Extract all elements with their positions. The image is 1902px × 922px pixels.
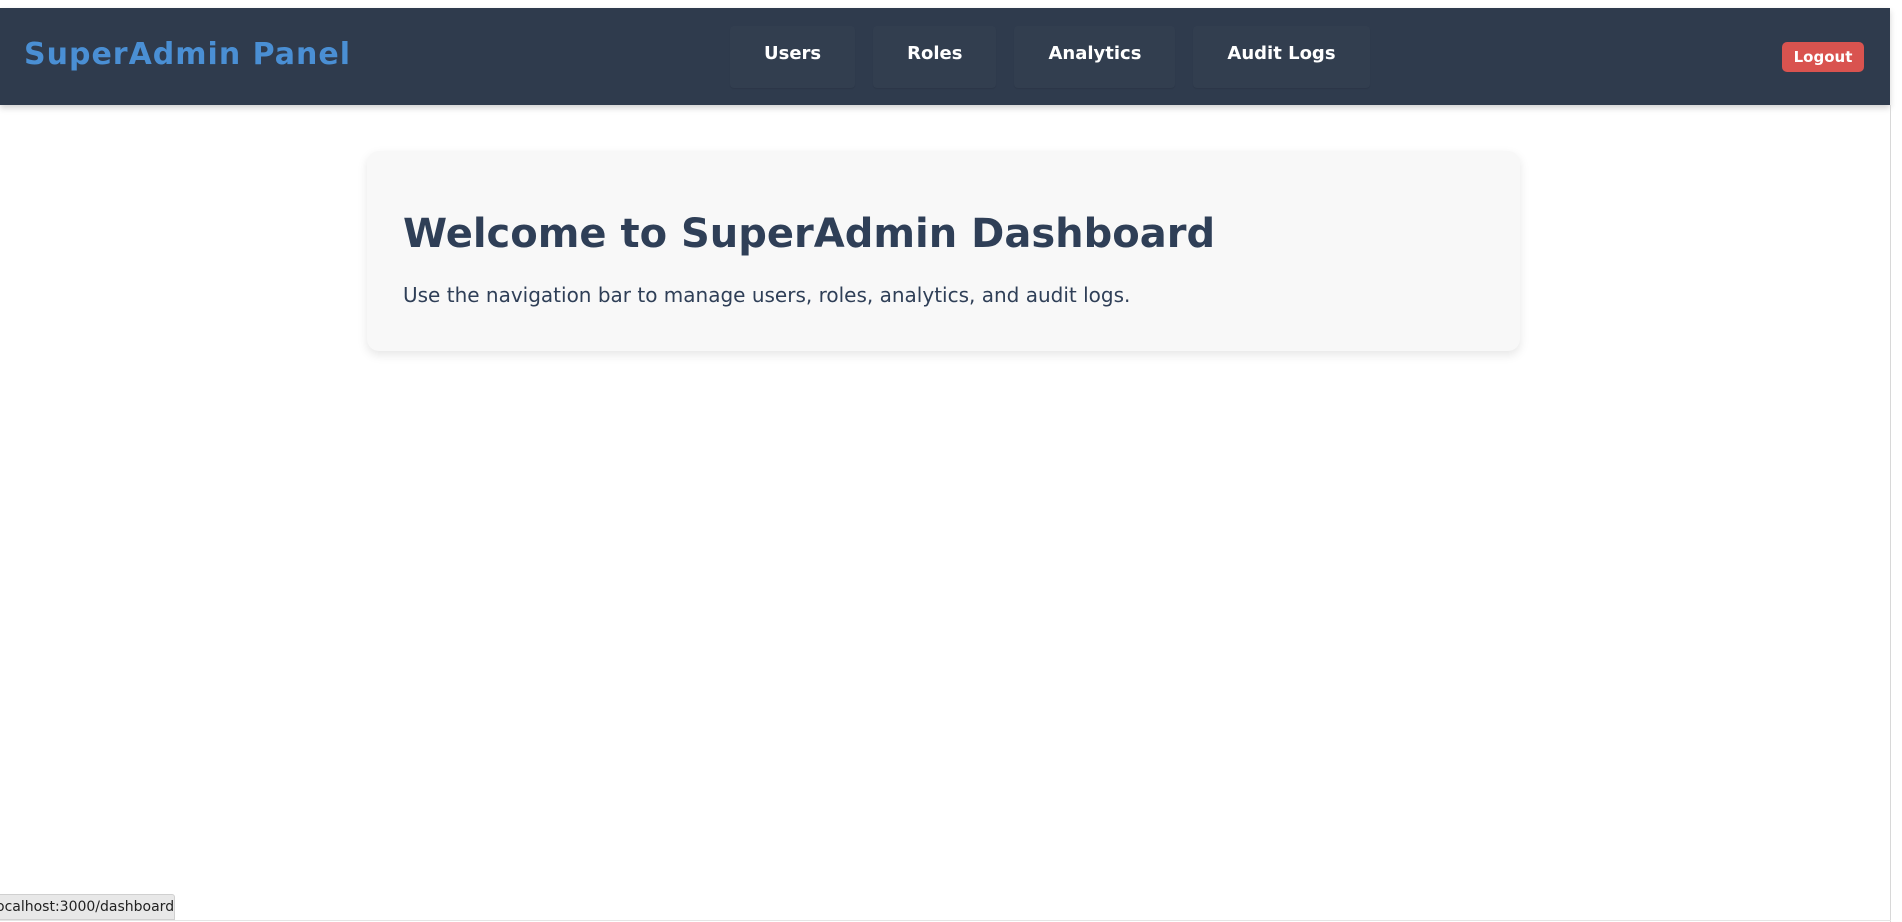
nav-item-roles[interactable]: Roles [873,26,996,88]
brand-title[interactable]: SuperAdmin Panel [24,37,351,72]
page-title: Welcome to SuperAdmin Dashboard [403,211,1216,257]
nav-links: Users Roles Analytics Audit Logs [730,26,1370,88]
window-bottom-border [0,920,1891,921]
welcome-card: Welcome to SuperAdmin Dashboard Use the … [367,151,1520,351]
status-url: ocalhost:3000/dashboard [0,899,175,915]
link-status-bar: ocalhost:3000/dashboard [0,894,175,920]
navbar: SuperAdmin Panel Users Roles Analytics A… [0,8,1890,105]
nav-item-audit-logs[interactable]: Audit Logs [1193,26,1369,88]
window-right-border [1890,105,1891,922]
welcome-description: Use the navigation bar to manage users, … [403,283,1131,307]
nav-item-analytics[interactable]: Analytics [1014,26,1175,88]
top-strip [0,0,1902,8]
nav-item-users[interactable]: Users [730,26,855,88]
logout-button[interactable]: Logout [1782,42,1864,72]
page: SuperAdmin Panel Users Roles Analytics A… [0,0,1902,922]
